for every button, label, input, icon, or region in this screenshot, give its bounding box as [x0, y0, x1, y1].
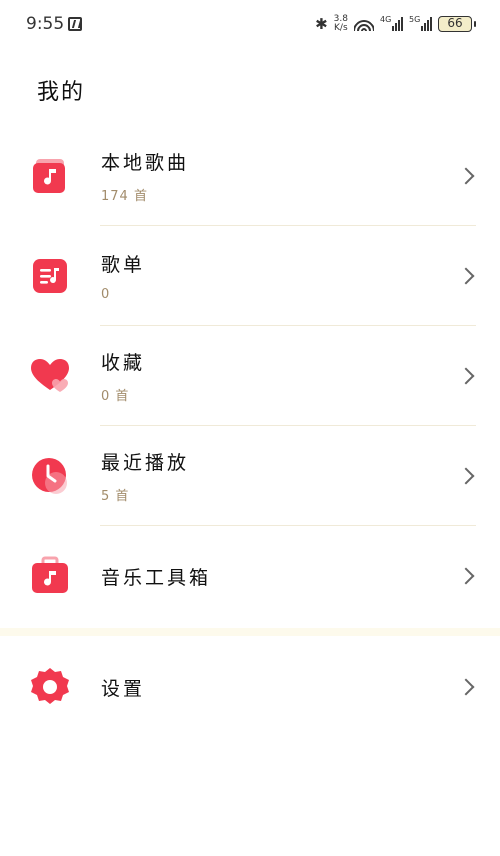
playlist-icon [33, 259, 67, 293]
menu-item-playlists[interactable]: 歌单 0 [0, 226, 500, 326]
bluetooth-icon: ✱ [315, 15, 328, 33]
menu-item-count: 0 [101, 287, 111, 302]
menu-item-count: 174 首 [101, 189, 148, 204]
heart-icon [31, 359, 69, 392]
nfc-icon [68, 17, 83, 31]
signal-4g-icon: 4G [380, 15, 403, 31]
wifi-icon [354, 17, 374, 31]
menu-item-settings[interactable]: 设置 [0, 637, 500, 737]
gear-icon [31, 668, 69, 704]
chevron-right-icon [457, 678, 475, 696]
menu-list: 本地歌曲 174 首 歌单 0 收藏 0 首 最近播放 5 首 音乐工具箱 [0, 126, 500, 626]
network-speed: 3.8 K/s [333, 14, 348, 33]
music-note-icon [33, 159, 65, 193]
menu-item-recent[interactable]: 最近播放 5 首 [0, 426, 500, 526]
menu-item-label: 歌单 [101, 254, 146, 276]
toolbox-icon [32, 556, 68, 593]
status-time: 9:55 [26, 14, 65, 34]
menu-item-label: 本地歌曲 [101, 152, 190, 174]
menu-item-favorites[interactable]: 收藏 0 首 [0, 326, 500, 426]
status-bar: 9:55 ✱ 3.8 K/s 4G 5G 66 [0, 0, 500, 48]
menu-item-count: 0 首 [101, 389, 130, 404]
chevron-right-icon [457, 567, 475, 585]
battery-icon: 66 [438, 16, 476, 32]
page-title: 我的 [37, 80, 86, 105]
menu-item-label: 最近播放 [101, 452, 190, 474]
chevron-right-icon [457, 467, 475, 485]
signal-5g-icon: 5G [409, 15, 432, 31]
chevron-right-icon [457, 167, 475, 185]
menu-item-label: 音乐工具箱 [101, 566, 212, 589]
chevron-right-icon [457, 267, 475, 285]
menu-item-music-toolbox[interactable]: 音乐工具箱 [0, 526, 500, 626]
menu-item-label: 设置 [101, 677, 146, 700]
menu-item-count: 5 首 [101, 489, 130, 504]
section-separator [0, 628, 500, 636]
menu-item-label: 收藏 [101, 352, 146, 374]
menu-item-local-songs[interactable]: 本地歌曲 174 首 [0, 126, 500, 226]
chevron-right-icon [457, 367, 475, 385]
clock-icon [32, 458, 67, 494]
